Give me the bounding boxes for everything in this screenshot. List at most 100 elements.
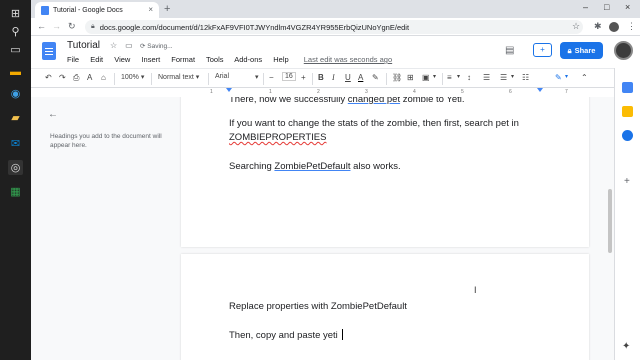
line-spacing-icon[interactable]: ↕	[467, 73, 471, 82]
edge-icon[interactable]: ◉	[8, 86, 23, 101]
side-panel: + ✦	[614, 68, 640, 360]
font-size-decrease[interactable]: −	[269, 73, 274, 82]
tab-close-icon[interactable]: ×	[148, 5, 153, 14]
share-button[interactable]: 🔒︎ Share	[560, 42, 603, 59]
text-color-button[interactable]: A	[358, 73, 363, 82]
insert-link-icon[interactable]: ⛓	[392, 73, 402, 82]
chrome-icon[interactable]: ◎	[8, 160, 23, 175]
menu-file[interactable]: File	[67, 55, 79, 64]
right-indent-marker-icon[interactable]	[537, 88, 543, 92]
checklist-icon[interactable]: ☰	[483, 73, 490, 82]
editing-mode-icon[interactable]: ✎	[555, 73, 562, 82]
menu-addons[interactable]: Add-ons	[234, 55, 262, 64]
ruler-tick: 2	[317, 89, 320, 95]
document-scrollbar[interactable]	[606, 97, 614, 360]
align-icon[interactable]: ≡	[447, 73, 452, 82]
search-icon[interactable]: ⚲	[8, 24, 23, 39]
tab-tutorial[interactable]: Tutorial - Google Docs ×	[35, 2, 159, 18]
close-outline-icon[interactable]: ←	[48, 109, 58, 120]
scrollbar-thumb[interactable]	[608, 189, 612, 253]
insert-comment-icon[interactable]: ⊞	[407, 73, 414, 82]
windows-start-icon[interactable]: ⊞	[8, 6, 23, 21]
comment-history-icon[interactable]: ▤	[505, 45, 514, 56]
font-size-input[interactable]: 16	[282, 72, 296, 81]
calendar-icon[interactable]	[622, 82, 633, 93]
forward-icon[interactable]: →	[52, 21, 61, 31]
star-icon[interactable]: ☆	[110, 41, 117, 50]
ruler-tick: 1	[210, 89, 213, 95]
menu-tools[interactable]: Tools	[206, 55, 224, 64]
file-explorer-icon[interactable]: ▬	[8, 64, 23, 79]
bookmark-star-icon[interactable]: ☆	[572, 21, 580, 32]
document-page-2[interactable]: Replace properties with ZombiePetDefault…	[181, 254, 589, 360]
new-tab-button[interactable]: +	[164, 3, 170, 15]
redo-icon[interactable]: ↷	[59, 73, 66, 82]
menu-insert[interactable]: Insert	[141, 55, 160, 64]
mode-dropdown-icon[interactable]: ▾	[565, 73, 568, 80]
numbered-list-icon[interactable]: ☷	[522, 73, 529, 82]
keep-icon[interactable]	[622, 106, 633, 117]
font-size-increase[interactable]: +	[301, 73, 306, 82]
highlight-icon[interactable]: ✎	[372, 73, 379, 82]
ruler-tick: 6	[509, 89, 512, 95]
toolbar-divider	[312, 73, 313, 85]
mail-icon[interactable]: ✉	[8, 136, 23, 151]
lock-icon: 🔒︎	[91, 23, 95, 30]
style-select[interactable]: Normal text ▾	[158, 73, 199, 81]
explore-icon[interactable]: ✦	[622, 341, 630, 352]
underline-button[interactable]: U	[345, 73, 351, 82]
reload-icon[interactable]: ↻	[68, 21, 76, 32]
document-page-1[interactable]: There, now we successfully changed pet z…	[181, 97, 589, 247]
bold-button[interactable]: B	[318, 73, 324, 82]
undo-icon[interactable]: ↶	[45, 73, 52, 82]
menu-view[interactable]: View	[114, 55, 130, 64]
paragraph-5: Then, copy and paste yeti	[229, 329, 539, 343]
windows-taskbar: ⊞ ⚲ ▭ ▬ ◉ ▰ ✉ ◎ ▦	[0, 0, 31, 360]
minimize-button[interactable]: –	[583, 2, 588, 12]
paragraph-1: There, now we successfully changed pet z…	[229, 97, 539, 107]
indent-marker-icon[interactable]	[226, 88, 232, 92]
zoom-select[interactable]: 100% ▾	[121, 73, 144, 81]
spelling-error[interactable]: ZOMBIEPROPERTIES	[229, 132, 326, 143]
move-folder-icon[interactable]: ▭	[125, 41, 133, 50]
collapse-toolbar-icon[interactable]: ⌃	[581, 73, 588, 82]
menu-format[interactable]: Format	[171, 55, 195, 64]
title-actions: ☆ ▭	[110, 41, 141, 50]
paint-format-icon[interactable]: ⌂	[101, 73, 106, 82]
menu-help[interactable]: Help	[273, 55, 288, 64]
account-avatar[interactable]	[614, 41, 633, 60]
profile-avatar-icon[interactable]	[609, 22, 619, 32]
font-dropdown-icon[interactable]: ▾	[255, 73, 259, 81]
grammar-suggestion[interactable]: changed pet	[348, 97, 400, 105]
maximize-button[interactable]: □	[604, 2, 609, 12]
sheets-icon[interactable]: ▦	[8, 184, 23, 199]
bullet-dropdown-icon[interactable]: ▾	[511, 73, 514, 80]
docs-logo-icon[interactable]	[42, 42, 56, 60]
mouse-ibeam-icon: I	[474, 285, 477, 295]
tasks-icon[interactable]	[622, 130, 633, 141]
last-edit-link[interactable]: Last edit was seconds ago	[304, 55, 392, 64]
italic-button[interactable]: I	[332, 73, 335, 82]
bulleted-list-icon[interactable]: ☰	[500, 73, 507, 82]
chrome-menu-icon[interactable]: ⋮	[627, 21, 636, 32]
present-icon[interactable]: +	[533, 43, 552, 57]
image-dropdown-icon[interactable]: ▾	[433, 73, 436, 80]
outline-panel: ← Headings you add to the document will …	[31, 97, 179, 360]
get-addons-icon[interactable]: +	[624, 176, 630, 187]
back-icon[interactable]: ←	[37, 21, 46, 31]
insert-image-icon[interactable]: ▣	[422, 73, 430, 82]
close-window-button[interactable]: ×	[625, 2, 630, 12]
url-input[interactable]: 🔒︎ docs.google.com/document/d/12kFxAF9VF…	[85, 20, 583, 34]
document-title[interactable]: Tutorial	[67, 40, 100, 51]
share-label: Share	[574, 46, 596, 55]
spellcheck-icon[interactable]: A	[87, 73, 92, 82]
grammar-suggestion[interactable]: ZombiePetDefault	[274, 161, 350, 172]
menu-edit[interactable]: Edit	[90, 55, 103, 64]
extensions-icon[interactable]: ✱	[594, 21, 602, 32]
align-dropdown-icon[interactable]: ▾	[457, 73, 460, 80]
text-cursor	[342, 329, 344, 340]
folder-icon[interactable]: ▰	[8, 110, 23, 125]
print-icon[interactable]: ⎙	[73, 73, 79, 83]
font-select[interactable]: Arial	[215, 73, 229, 80]
task-view-icon[interactable]: ▭	[8, 42, 23, 57]
